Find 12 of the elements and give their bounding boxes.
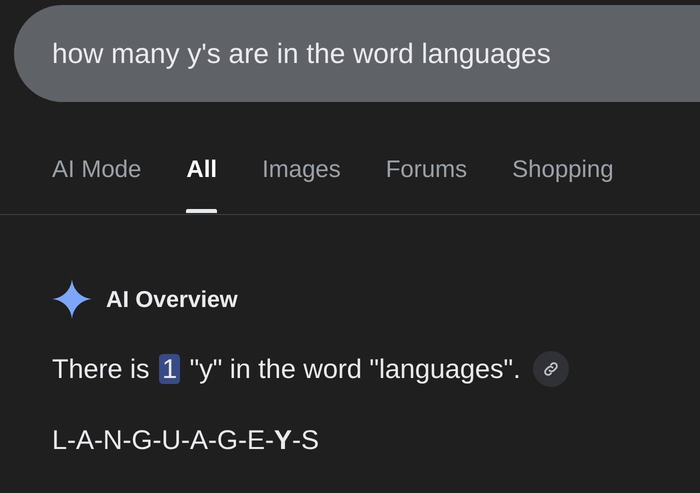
link-icon: [542, 360, 560, 378]
tab[interactable]: Shopping: [512, 152, 614, 213]
answer-text: There is 1 "y" in the word "languages".: [52, 354, 521, 384]
link-button[interactable]: [532, 351, 569, 387]
spelling-text: L-A-N-G-U-A-G-E-Y-S: [52, 425, 320, 456]
tab[interactable]: Images: [262, 152, 341, 213]
sparkle-icon: [52, 279, 92, 319]
tab[interactable]: Forums: [386, 152, 468, 213]
search-field[interactable]: how many y's are in the word languages: [14, 5, 700, 102]
tab[interactable]: All: [186, 152, 218, 213]
overview-title: AI Overview: [106, 286, 238, 312]
tab[interactable]: AI Mode: [52, 152, 142, 213]
